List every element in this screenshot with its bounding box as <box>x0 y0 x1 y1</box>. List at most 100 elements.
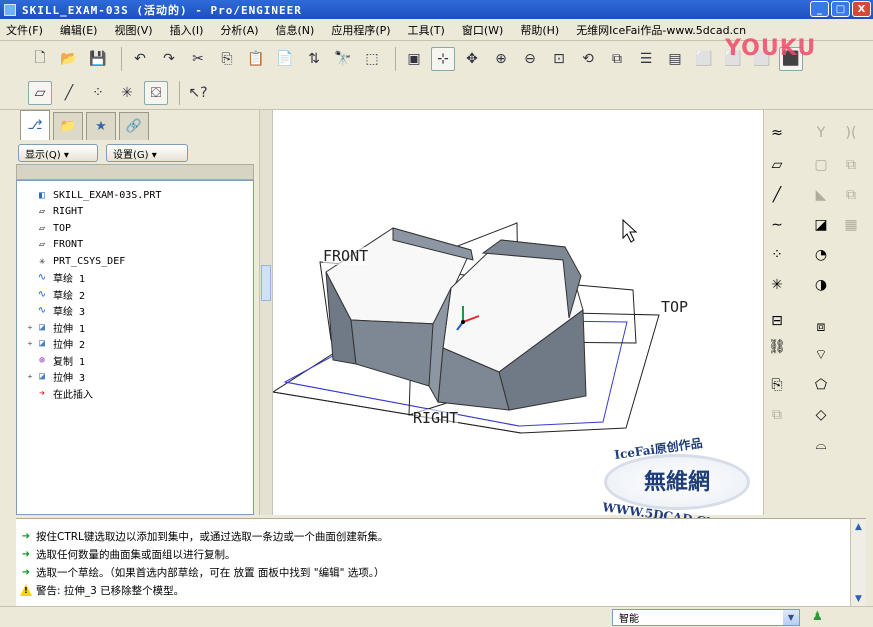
graphics-window[interactable]: FRONT TOP RIGHT IceFai原创作品 無維網 WWW.5DCAD… <box>273 110 763 530</box>
cut-icon[interactable]: ✂ <box>186 47 210 71</box>
chevron-down-icon[interactable]: ▼ <box>783 610 799 625</box>
tree-item[interactable]: ➔ 在此插入 <box>17 385 253 402</box>
datum-plane-display-icon[interactable]: ▱ <box>28 80 52 105</box>
tab-favorites[interactable]: ★ <box>86 112 116 140</box>
tree-item[interactable]: ⊛ 复制 1 <box>17 352 253 369</box>
copy-geometry-icon[interactable]: ⧉ <box>766 404 788 426</box>
tree-item[interactable]: ▱ TOP <box>17 220 253 237</box>
copy-icon[interactable]: ⎘ <box>215 47 239 71</box>
analysis-tool-icon[interactable]: ⊟ <box>766 310 788 332</box>
paste-icon[interactable]: 📋 <box>244 47 268 71</box>
tree-item[interactable]: ▱ FRONT <box>17 237 253 254</box>
grid-icon[interactable]: ▦ <box>840 214 862 236</box>
menu-file[interactable]: 文件(F) <box>6 22 43 38</box>
sketch-tool-icon[interactable]: ≈ <box>766 122 788 144</box>
tree-item[interactable]: ▱ RIGHT <box>17 204 253 221</box>
datum-axis-display-icon[interactable]: ╱ <box>57 81 81 105</box>
pattern-icon[interactable]: ⧉ <box>840 184 862 206</box>
sweep-icon[interactable]: ◑ <box>810 274 832 296</box>
tree-item[interactable]: ∿ 草绘 1 <box>17 270 253 287</box>
expand-icon[interactable]: + <box>25 323 35 332</box>
group-icon[interactable]: ⎘ <box>766 374 788 396</box>
selection-filter-select[interactable]: 智能 ▼ <box>612 609 800 626</box>
save-icon[interactable]: 💾 <box>86 47 110 71</box>
panel-splitter[interactable] <box>259 110 273 515</box>
hole-icon[interactable]: ⧈ <box>810 316 832 338</box>
reorient-icon[interactable]: ⟲ <box>576 47 600 71</box>
menu-5dcad[interactable]: 无维网IceFai作品-www.5dcad.cn <box>576 22 746 38</box>
scroll-down-icon[interactable]: ▼ <box>851 591 866 607</box>
refit-icon[interactable]: ⊡ <box>547 47 571 71</box>
menu-edit[interactable]: 编辑(E) <box>60 22 98 38</box>
repaint-icon[interactable]: ▣ <box>402 47 426 71</box>
tree-item[interactable]: ∿ 草绘 2 <box>17 286 253 303</box>
new-file-icon[interactable]: 🗋 <box>28 47 52 71</box>
menu-info[interactable]: 信息(N) <box>276 22 315 38</box>
menu-insert[interactable]: 插入(I) <box>170 22 204 38</box>
tree-item[interactable]: ∿ 草绘 3 <box>17 303 253 320</box>
scroll-track[interactable] <box>851 535 866 591</box>
tree-item[interactable]: ✳ PRT_CSYS_DEF <box>17 253 253 270</box>
curve-tool-icon[interactable]: ∼ <box>766 214 788 236</box>
csys-tool-icon[interactable]: ✳ <box>766 274 788 296</box>
rib-icon[interactable]: ◣ <box>810 184 832 206</box>
tree-item[interactable]: ◧ SKILL_EXAM-03S.PRT <box>17 187 253 204</box>
tree-item[interactable]: + ◪ 拉伸 1 <box>17 319 253 336</box>
spin-center-icon[interactable]: ⊹ <box>431 47 455 71</box>
minimize-button[interactable]: _ <box>810 1 829 17</box>
orient-mode-icon[interactable]: ✥ <box>460 47 484 71</box>
split-icon[interactable]: )( <box>840 122 862 144</box>
chain-tool-icon[interactable]: ⛓ <box>766 336 788 358</box>
expand-icon[interactable]: + <box>25 372 35 381</box>
expand-icon[interactable]: + <box>25 339 35 348</box>
surface-icon[interactable]: ⌓ <box>810 434 832 456</box>
tree-item[interactable]: + ◪ 拉伸 3 <box>17 369 253 386</box>
menu-view[interactable]: 视图(V) <box>114 22 152 38</box>
blend-icon[interactable]: ◇ <box>810 404 832 426</box>
boolean-icon[interactable]: ⧉ <box>840 154 862 176</box>
menu-applications[interactable]: 应用程序(P) <box>331 22 390 38</box>
axis-tool-icon[interactable]: ╱ <box>766 184 788 206</box>
menu-analysis[interactable]: 分析(A) <box>220 22 258 38</box>
show-dropdown[interactable]: 显示(Q) ▾ <box>18 144 98 162</box>
layers-icon[interactable]: ☰ <box>634 47 658 71</box>
shell-icon[interactable]: ▢ <box>810 154 832 176</box>
chamfer-icon[interactable]: ⬠ <box>810 374 832 396</box>
regenerate-icon[interactable]: ⇅ <box>302 47 326 71</box>
tree-item[interactable]: + ◪ 拉伸 2 <box>17 336 253 353</box>
open-folder-icon[interactable]: 📂 <box>57 47 81 71</box>
paste-special-icon[interactable]: 📄 <box>273 47 297 71</box>
plane-tool-icon[interactable]: ▱ <box>766 154 788 176</box>
extrude-feature-icon[interactable]: ◪ <box>810 214 832 236</box>
zoom-out-icon[interactable]: ⊖ <box>518 47 542 71</box>
context-help-icon[interactable]: ↖? <box>186 81 210 105</box>
zoom-in-icon[interactable]: ⊕ <box>489 47 513 71</box>
annotation-display-icon[interactable]: ⛋ <box>144 80 168 105</box>
view-manager-icon[interactable]: ▤ <box>663 47 687 71</box>
tab-folder-browser[interactable]: 📁 <box>53 112 83 140</box>
revolve-icon[interactable]: ◔ <box>810 244 832 266</box>
tab-connections[interactable]: 🔗 <box>119 112 149 140</box>
saved-views-icon[interactable]: ⧉ <box>605 47 629 71</box>
datum-plane-icon: ▱ <box>38 222 46 234</box>
message-scrollbar[interactable]: ▲ ▼ <box>850 519 866 607</box>
splitter-grip[interactable] <box>261 265 271 301</box>
undo-icon[interactable]: ↶ <box>128 47 152 71</box>
scroll-up-icon[interactable]: ▲ <box>851 519 866 535</box>
tab-model-tree[interactable]: ⎇ <box>20 110 50 140</box>
close-button[interactable]: X <box>852 1 871 17</box>
select-box-icon[interactable]: ⬚ <box>360 47 384 71</box>
csys-display-icon[interactable]: ✳ <box>115 81 139 105</box>
point-tool-icon[interactable]: ⁘ <box>766 244 788 266</box>
find-icon[interactable]: 🔭 <box>331 47 355 71</box>
draft-icon[interactable]: Y <box>810 122 832 144</box>
redo-icon[interactable]: ↷ <box>157 47 181 71</box>
maximize-button[interactable]: □ <box>831 1 850 17</box>
menu-tools[interactable]: 工具(T) <box>408 22 445 38</box>
menu-window[interactable]: 窗口(W) <box>462 22 503 38</box>
round-icon[interactable]: ⌔ <box>810 344 832 366</box>
wireframe-icon[interactable]: ⬜ <box>692 47 716 71</box>
datum-point-display-icon[interactable]: ⁘ <box>86 81 110 105</box>
menu-help[interactable]: 帮助(H) <box>520 22 559 38</box>
settings-dropdown[interactable]: 设置(G) ▾ <box>106 144 188 162</box>
